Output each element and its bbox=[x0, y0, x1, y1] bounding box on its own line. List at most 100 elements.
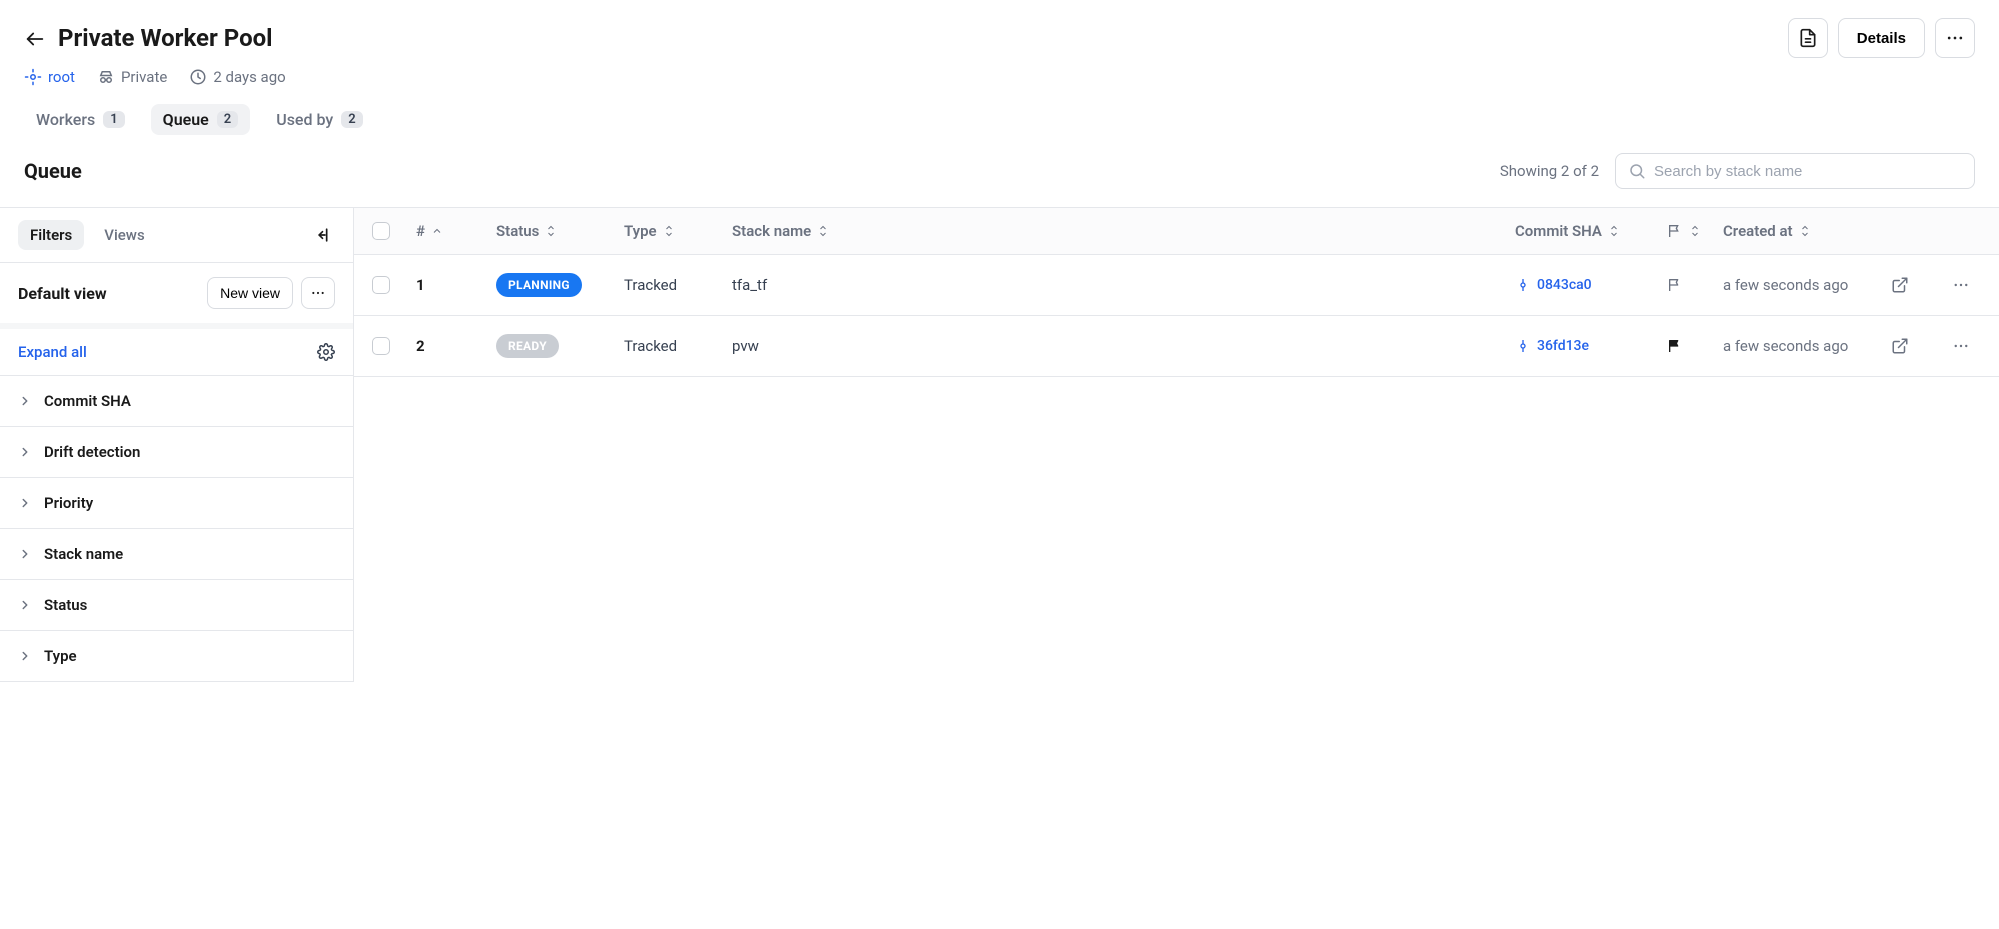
commit-link[interactable]: 0843ca0 bbox=[1515, 277, 1667, 293]
filter-item-label: Type bbox=[44, 647, 77, 665]
visibility-label: Private bbox=[121, 68, 167, 86]
row-type: Tracked bbox=[624, 276, 732, 294]
row-checkbox[interactable] bbox=[372, 337, 390, 355]
view-row: Default view New view bbox=[0, 263, 353, 329]
title-row: Private Worker Pool Details bbox=[24, 18, 1975, 58]
subheader-actions: Showing 2 of 2 bbox=[1500, 153, 1975, 189]
open-external-icon[interactable] bbox=[1891, 276, 1941, 294]
sidebar: Filters Views Default view New view Expa… bbox=[0, 208, 354, 682]
tab-badge: 1 bbox=[103, 111, 124, 128]
row-type: Tracked bbox=[624, 337, 732, 355]
sort-icon bbox=[1799, 224, 1811, 238]
filter-item-label: Stack name bbox=[44, 545, 123, 563]
clock-icon bbox=[189, 68, 207, 86]
expand-all-link[interactable]: Expand all bbox=[18, 343, 87, 361]
commit-link[interactable]: 36fd13e bbox=[1515, 338, 1667, 354]
row-created-at: a few seconds ago bbox=[1723, 337, 1891, 355]
sort-asc-icon bbox=[431, 225, 443, 237]
tab-used-by[interactable]: Used by 2 bbox=[264, 104, 374, 135]
age-label: 2 days ago bbox=[213, 68, 285, 86]
space-label: root bbox=[48, 68, 75, 86]
sort-icon bbox=[817, 224, 829, 238]
chevron-right-icon bbox=[18, 445, 32, 459]
select-all-checkbox[interactable] bbox=[372, 222, 390, 240]
row-more-icon[interactable] bbox=[1952, 337, 1970, 355]
commit-sha: 36fd13e bbox=[1537, 338, 1589, 354]
filter-item[interactable]: Drift detection bbox=[0, 427, 353, 478]
more-button[interactable] bbox=[1935, 18, 1975, 58]
target-icon bbox=[24, 68, 42, 86]
flag-toggle[interactable] bbox=[1667, 277, 1723, 293]
filter-item-label: Drift detection bbox=[44, 443, 140, 461]
commit-icon bbox=[1515, 338, 1531, 354]
col-stack[interactable]: Stack name bbox=[732, 222, 1515, 240]
col-type[interactable]: Type bbox=[624, 222, 732, 240]
view-more-button[interactable] bbox=[301, 277, 335, 309]
tab-queue[interactable]: Queue 2 bbox=[151, 104, 251, 135]
status-badge: READY bbox=[496, 334, 559, 358]
header: Private Worker Pool Details root Private… bbox=[0, 0, 1999, 135]
filter-item[interactable]: Priority bbox=[0, 478, 353, 529]
tab-badge: 2 bbox=[341, 111, 362, 128]
expand-row: Expand all bbox=[0, 329, 353, 376]
sort-icon bbox=[663, 224, 675, 238]
flag-toggle[interactable] bbox=[1667, 338, 1723, 354]
current-view-label: Default view bbox=[18, 284, 107, 303]
details-button[interactable]: Details bbox=[1838, 18, 1925, 58]
tab-label: Queue bbox=[163, 110, 209, 129]
section-title: Queue bbox=[24, 159, 82, 183]
search-input[interactable] bbox=[1654, 163, 1962, 180]
tab-label: Workers bbox=[36, 110, 95, 129]
sidebar-tab-filters[interactable]: Filters bbox=[18, 220, 84, 250]
table-body: 1 PLANNING Tracked tfa_tf 0843ca0 a few … bbox=[354, 255, 1999, 377]
col-num[interactable]: # bbox=[416, 222, 496, 240]
back-arrow-icon[interactable] bbox=[24, 28, 44, 48]
col-commit[interactable]: Commit SHA bbox=[1515, 222, 1667, 240]
gear-icon[interactable] bbox=[317, 343, 335, 361]
meta-row: root Private 2 days ago bbox=[24, 68, 1975, 86]
table-header: # Status Type Stack name Commit SHA bbox=[354, 208, 1999, 255]
filter-list: Commit SHA Drift detection Priority Stac… bbox=[0, 376, 353, 682]
col-created[interactable]: Created at bbox=[1723, 222, 1891, 240]
title-left: Private Worker Pool bbox=[24, 24, 273, 52]
chevron-right-icon bbox=[18, 649, 32, 663]
table-row: 1 PLANNING Tracked tfa_tf 0843ca0 a few … bbox=[354, 255, 1999, 316]
sort-icon bbox=[545, 224, 557, 238]
tab-workers[interactable]: Workers 1 bbox=[24, 104, 137, 135]
filter-item[interactable]: Stack name bbox=[0, 529, 353, 580]
search-box[interactable] bbox=[1615, 153, 1975, 189]
tab-label: Used by bbox=[276, 110, 333, 129]
incognito-icon bbox=[97, 68, 115, 86]
row-number: 1 bbox=[416, 276, 496, 294]
filter-item-label: Priority bbox=[44, 494, 93, 512]
new-view-button[interactable]: New view bbox=[207, 277, 293, 309]
open-external-icon[interactable] bbox=[1891, 337, 1941, 355]
collapse-sidebar-icon[interactable] bbox=[315, 225, 335, 245]
col-status[interactable]: Status bbox=[496, 222, 624, 240]
flag-icon bbox=[1667, 223, 1683, 239]
table-row: 2 READY Tracked pvw 36fd13e a few second… bbox=[354, 316, 1999, 377]
chevron-right-icon bbox=[18, 547, 32, 561]
subheader: Queue Showing 2 of 2 bbox=[0, 135, 1999, 207]
tabs: Workers 1 Queue 2 Used by 2 bbox=[24, 104, 1975, 135]
title-actions: Details bbox=[1788, 18, 1975, 58]
row-created-at: a few seconds ago bbox=[1723, 276, 1891, 294]
commit-sha: 0843ca0 bbox=[1537, 277, 1592, 293]
main: Filters Views Default view New view Expa… bbox=[0, 207, 1999, 682]
row-more-icon[interactable] bbox=[1952, 276, 1970, 294]
commit-icon bbox=[1515, 277, 1531, 293]
document-button[interactable] bbox=[1788, 18, 1828, 58]
row-stack-name: tfa_tf bbox=[732, 276, 1515, 294]
filter-item[interactable]: Commit SHA bbox=[0, 376, 353, 427]
chevron-right-icon bbox=[18, 496, 32, 510]
row-stack-name: pvw bbox=[732, 337, 1515, 355]
age: 2 days ago bbox=[189, 68, 285, 86]
content: # Status Type Stack name Commit SHA bbox=[354, 208, 1999, 682]
col-flag[interactable] bbox=[1667, 223, 1723, 239]
row-checkbox[interactable] bbox=[372, 276, 390, 294]
sidebar-tab-views[interactable]: Views bbox=[92, 220, 156, 250]
tab-badge: 2 bbox=[217, 111, 238, 128]
filter-item[interactable]: Status bbox=[0, 580, 353, 631]
space-link[interactable]: root bbox=[24, 68, 75, 86]
filter-item[interactable]: Type bbox=[0, 631, 353, 682]
